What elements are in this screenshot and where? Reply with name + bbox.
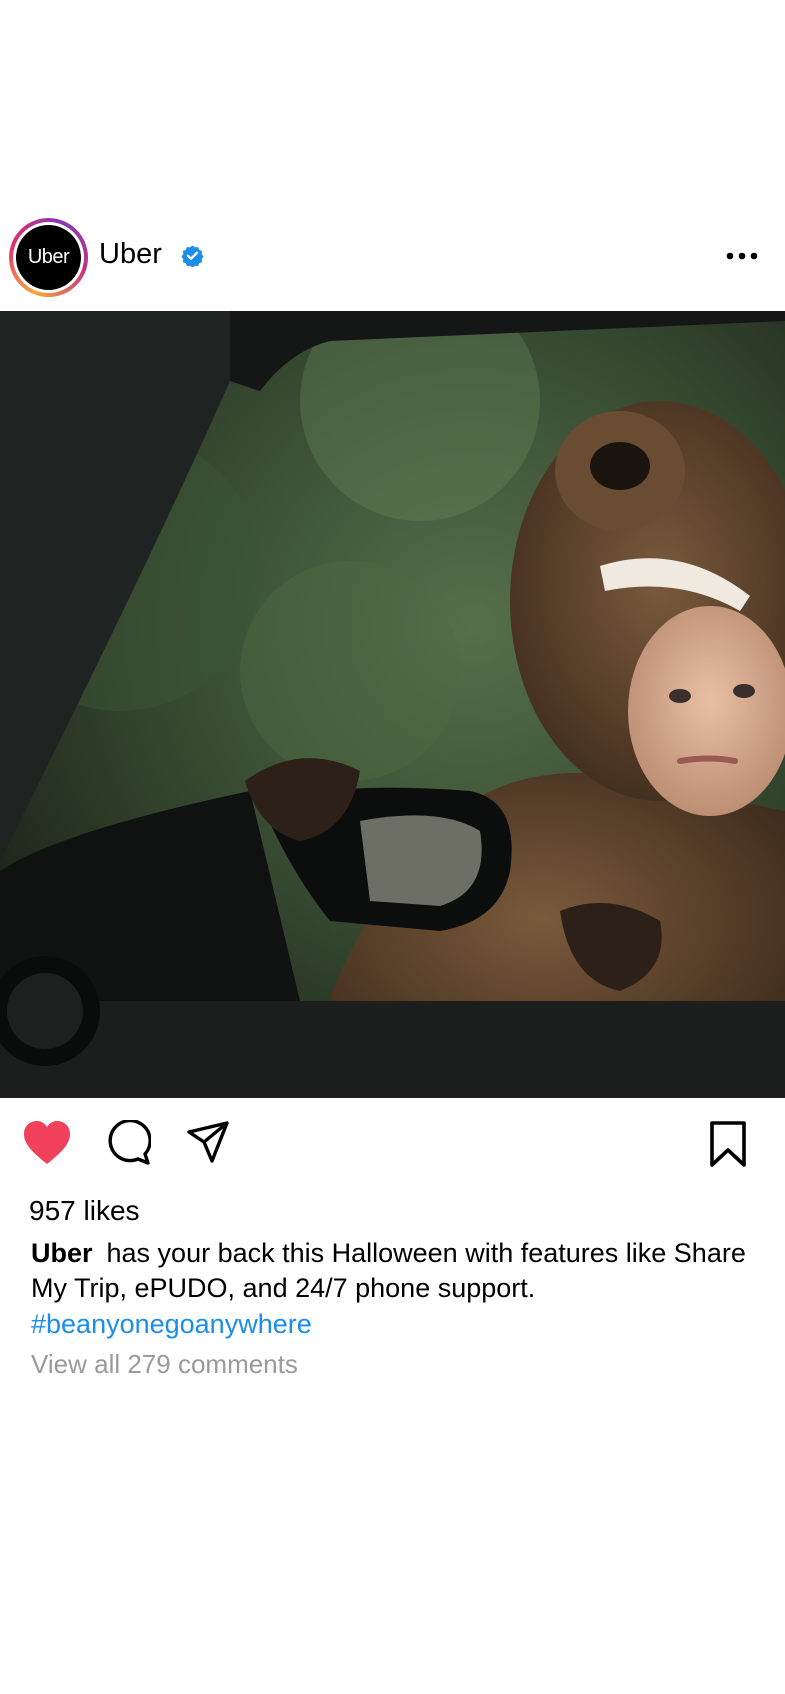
hashtag-link[interactable]: #beanyonegoanywhere bbox=[31, 1307, 312, 1342]
caption-text: has your back this Halloween with featur… bbox=[31, 1238, 746, 1303]
caption: Uber has your back this Halloween with fe… bbox=[31, 1236, 761, 1306]
bookmark-icon[interactable] bbox=[709, 1120, 747, 1168]
avatar-border: Uber bbox=[13, 222, 84, 293]
more-options-icon[interactable] bbox=[725, 250, 759, 262]
avatar-logo: Uber bbox=[16, 225, 81, 290]
action-bar bbox=[0, 1120, 785, 1180]
post-photo[interactable] bbox=[0, 311, 785, 1098]
avatar[interactable]: Uber bbox=[9, 218, 88, 297]
share-icon[interactable] bbox=[186, 1120, 230, 1164]
view-all-comments-link[interactable]: View all 279 comments bbox=[31, 1348, 298, 1380]
heart-filled-icon[interactable] bbox=[22, 1120, 72, 1166]
likes-count[interactable]: 957 likes bbox=[29, 1194, 140, 1228]
caption-author[interactable]: Uber bbox=[31, 1238, 93, 1268]
post-header: Uber Uber bbox=[0, 208, 785, 304]
instagram-post: Uber Uber 957 likes Uber has your back t… bbox=[0, 0, 785, 1694]
comment-icon[interactable] bbox=[105, 1120, 151, 1166]
verified-badge-icon bbox=[181, 245, 204, 267]
username[interactable]: Uber bbox=[99, 238, 162, 270]
